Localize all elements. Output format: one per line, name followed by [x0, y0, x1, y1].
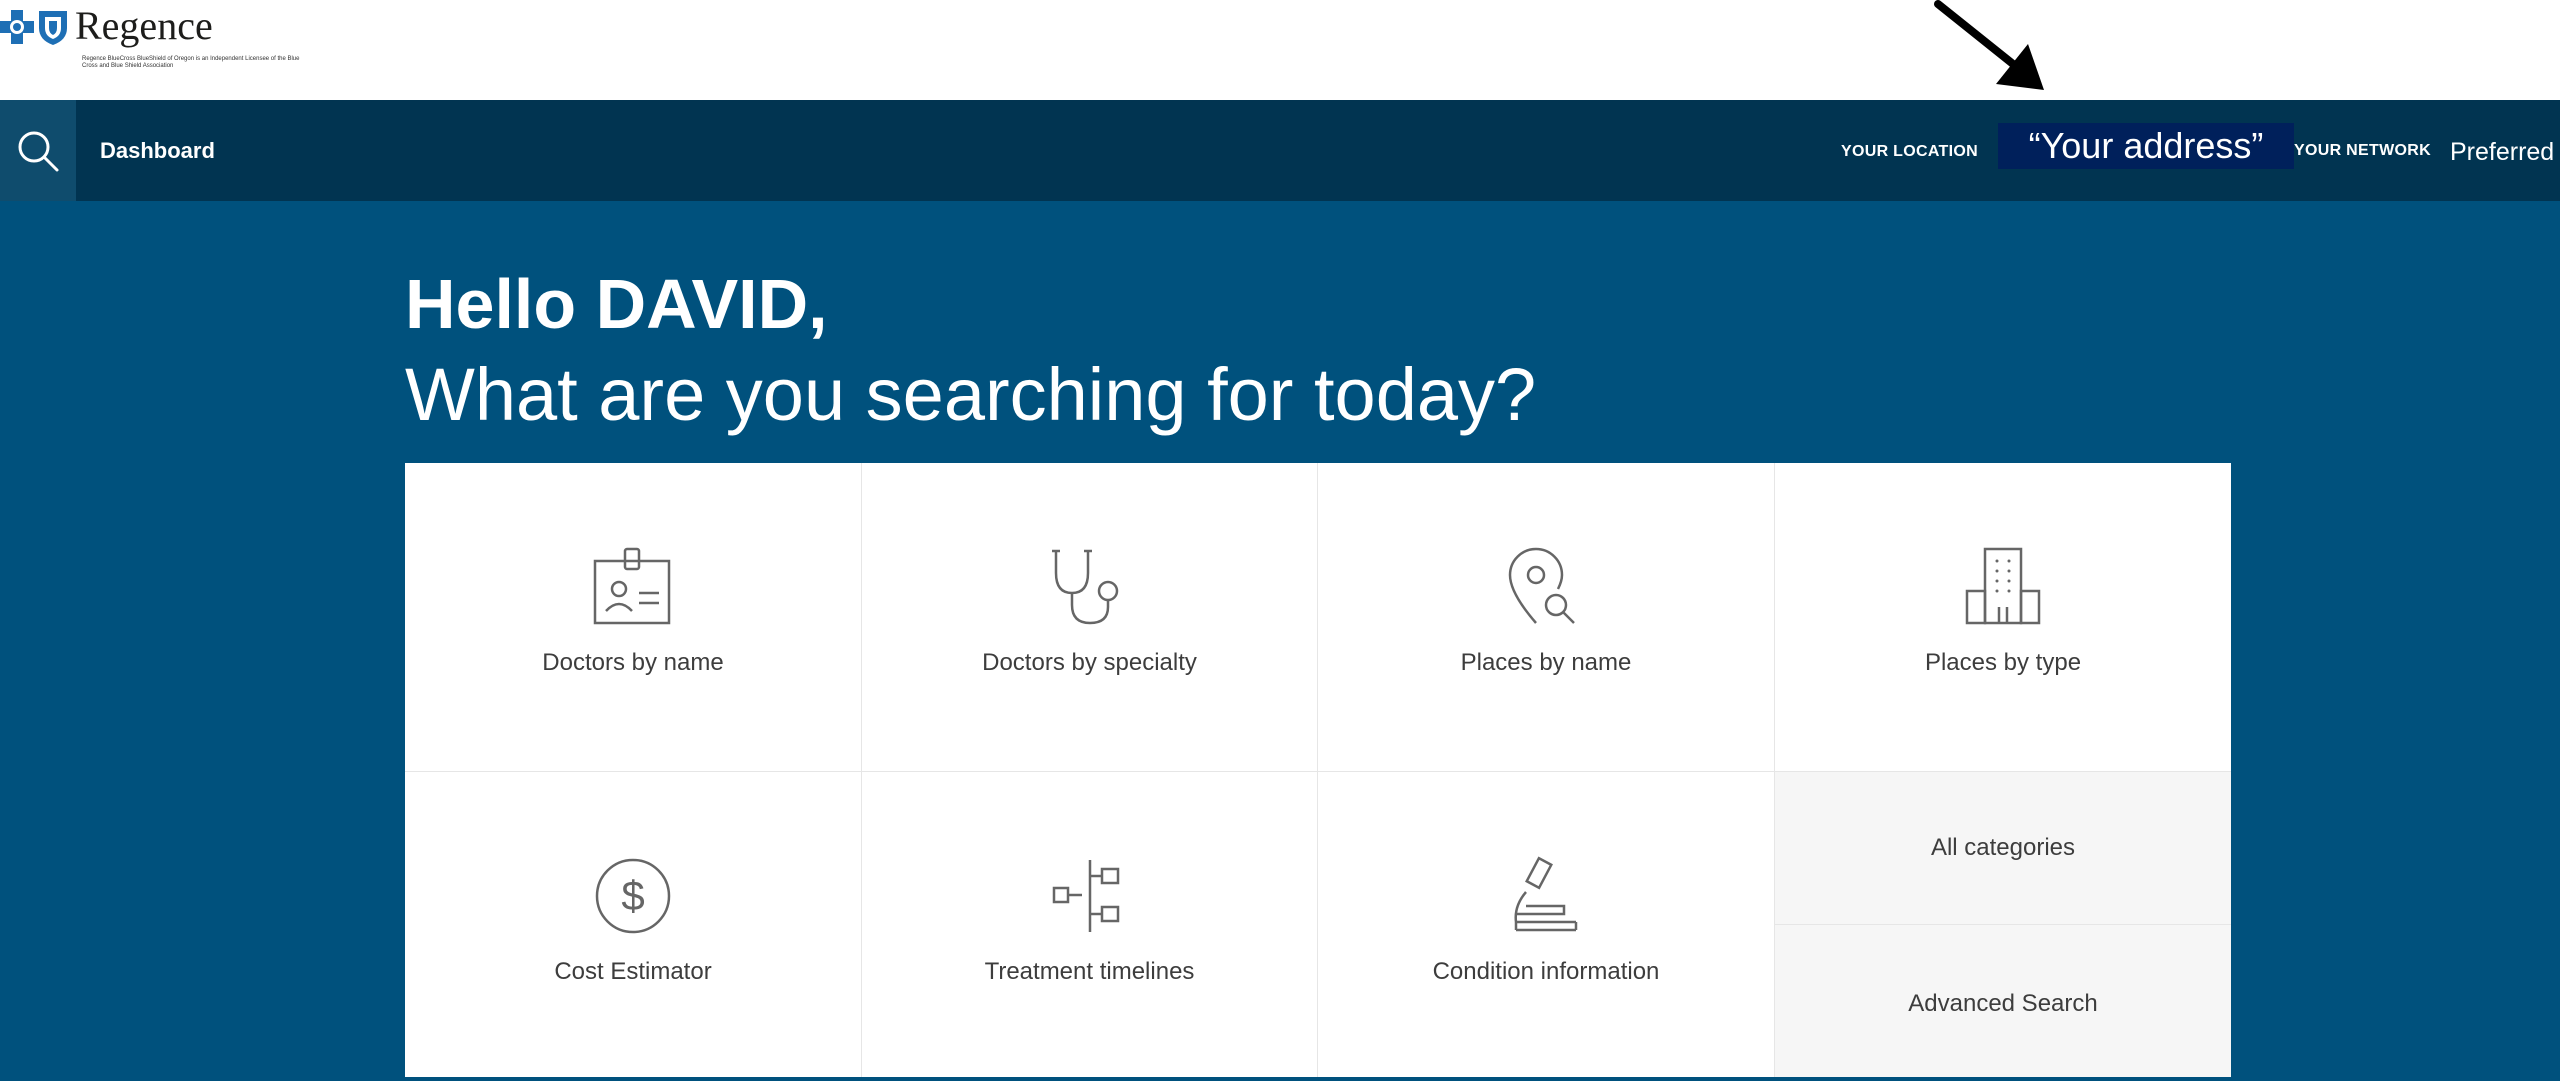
doctors-by-specialty-label: Doctors by specialty [982, 649, 1197, 676]
places-by-name-label: Places by name [1460, 649, 1632, 676]
treatment-timelines-card[interactable]: Treatment timelines [862, 772, 1317, 1077]
search-prompt-heading: What are you searching for today? [405, 353, 1537, 436]
location-search-icon [1508, 547, 1575, 624]
cost-estimator-label: Cost Estimator [554, 958, 712, 985]
stethoscope-icon [1051, 549, 1118, 625]
grid-divider [1775, 924, 2231, 925]
grid-divider [1317, 463, 1318, 1077]
all-categories-button[interactable]: All categories [1775, 772, 2231, 924]
greeting-heading: Hello DAVID, [405, 265, 828, 343]
logo-name: Regence [75, 3, 213, 48]
svg-text:$: $ [621, 872, 644, 919]
cost-estimator-card[interactable]: $ Cost Estimator [405, 772, 861, 1077]
blue-cross-icon [0, 10, 34, 44]
condition-information-label: Condition information [1432, 958, 1660, 985]
building-icon [1965, 547, 2041, 625]
grid-divider [405, 771, 2231, 772]
places-by-type-label: Places by type [1924, 649, 2082, 676]
treatment-timelines-label: Treatment timelines [984, 958, 1195, 985]
places-by-type-card[interactable]: Places by type [1775, 463, 2231, 771]
network-value[interactable]: Preferred [2450, 100, 2554, 201]
network-label: YOUR NETWORK [2294, 142, 2431, 159]
search-icon [18, 131, 59, 171]
id-badge-icon [593, 547, 671, 625]
condition-information-card[interactable]: Condition information [1318, 772, 1774, 1077]
grid-divider [1774, 463, 1775, 1077]
doctors-by-name-label: Doctors by name [542, 649, 724, 676]
search-category-grid: Doctors by name Doctors by specialty Pla… [405, 463, 2231, 1077]
timeline-icon [1052, 860, 1119, 932]
blue-shield-icon [39, 11, 67, 45]
places-by-name-card[interactable]: Places by name [1318, 463, 1774, 771]
regence-logo[interactable]: Regence [0, 4, 213, 48]
grid-divider [861, 463, 862, 1077]
logo-tagline: Regence BlueCross BlueShield of Oregon i… [82, 56, 300, 69]
doctors-by-name-card[interactable]: Doctors by name [405, 463, 861, 771]
doctors-by-specialty-card[interactable]: Doctors by specialty [862, 463, 1317, 771]
dashboard-link[interactable]: Dashboard [100, 100, 215, 201]
logo-bar: Regence Regence BlueCross BlueShield of … [0, 0, 2560, 100]
advanced-search-button[interactable]: Advanced Search [1775, 925, 2231, 1077]
hero-section: Hello DAVID, What are you searching for … [0, 201, 2560, 1081]
dollar-icon: $ [595, 858, 671, 934]
location-label: YOUR LOCATION [1841, 143, 1978, 160]
location-value[interactable]: “Your address” [1998, 123, 2294, 169]
search-button[interactable] [0, 100, 76, 201]
microscope-icon [1514, 856, 1578, 932]
annotation-arrow-icon [1934, 0, 2044, 90]
